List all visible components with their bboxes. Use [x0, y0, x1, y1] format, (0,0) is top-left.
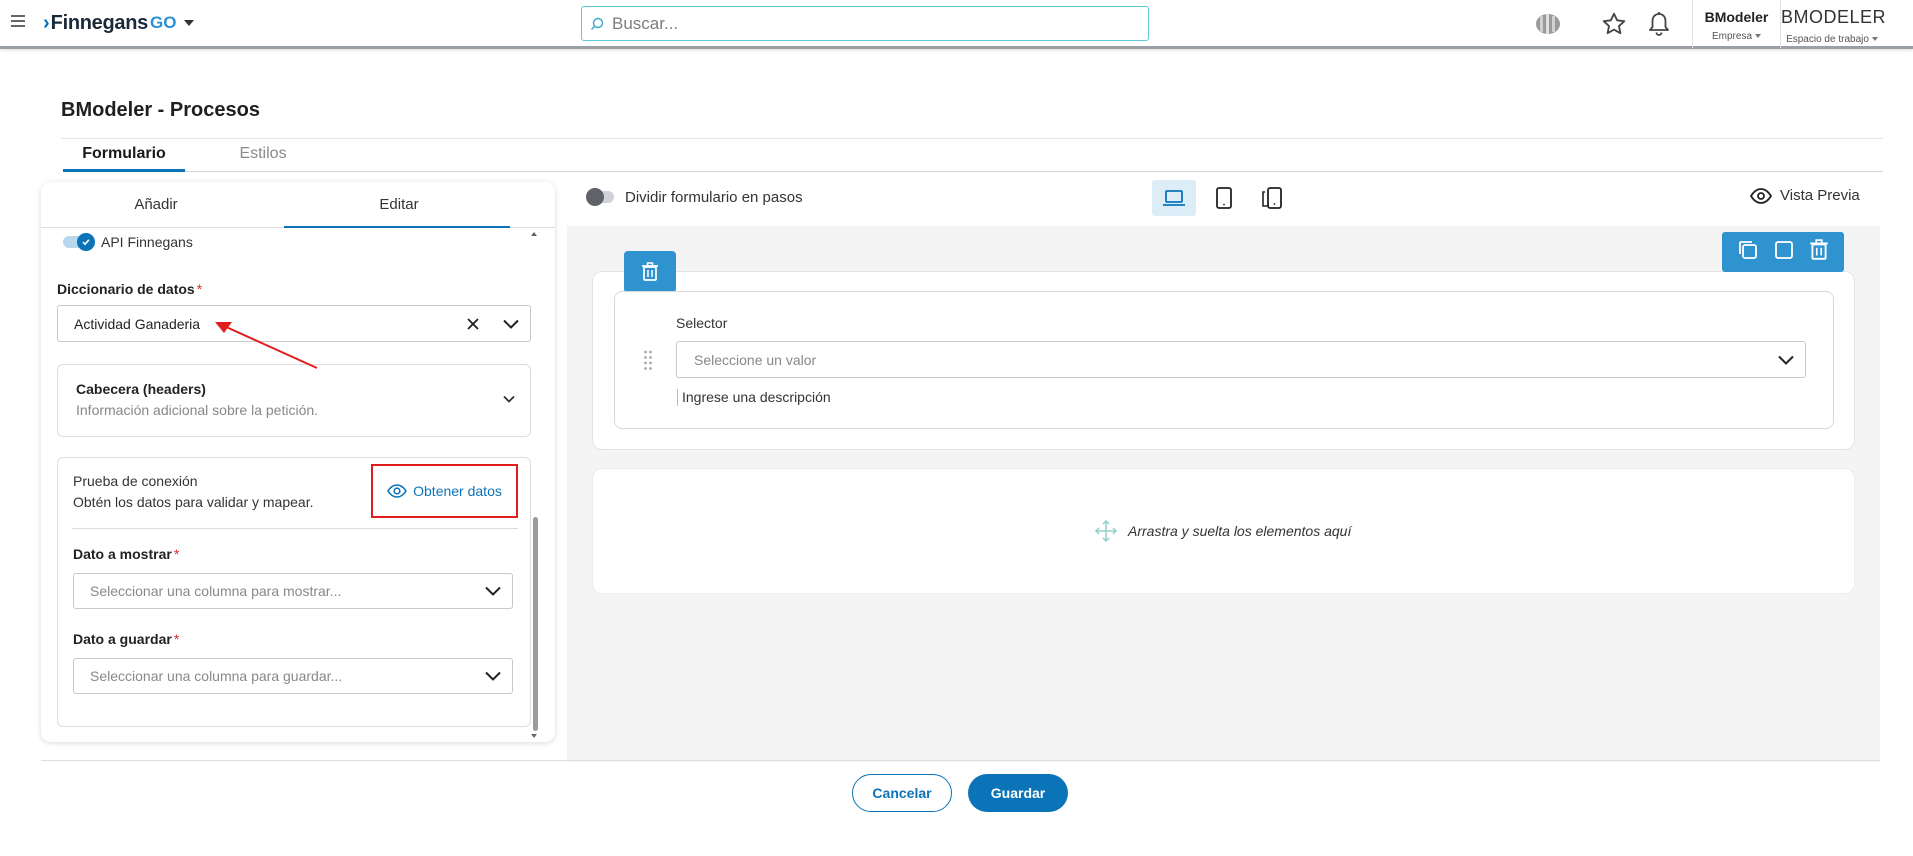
chevron-down-icon[interactable]: [502, 391, 516, 409]
display-field-placeholder: Seleccionar una columna para mostrar...: [90, 583, 342, 599]
company-label: Empresa: [1693, 31, 1780, 42]
obtener-datos-label: Obtener datos: [413, 483, 502, 499]
tab-editar[interactable]: Editar: [284, 196, 514, 213]
search-bar[interactable]: [581, 6, 1149, 41]
mobile-rotate-icon: [1262, 187, 1282, 209]
laptop-icon: [1163, 190, 1185, 206]
scroll-up-arrow[interactable]: [531, 232, 537, 236]
selector-description[interactable]: Ingrese una descripción: [682, 389, 831, 405]
bell-icon[interactable]: [1645, 10, 1673, 38]
chevron-down-icon[interactable]: [492, 306, 530, 342]
split-steps-toggle[interactable]: [586, 188, 614, 206]
display-field-label: Dato a mostrar *: [73, 546, 180, 562]
headers-subtitle: Información adicional sobre la petición.: [76, 402, 319, 418]
connection-test-card: Prueba de conexión Obtén los datos para …: [57, 457, 531, 727]
desktop-view-button[interactable]: [1152, 180, 1196, 216]
search-icon: [582, 17, 612, 31]
divider: [72, 528, 518, 529]
eye-icon: [387, 484, 408, 498]
active-tab-indicator: [284, 226, 510, 228]
brand-suffix: GO: [149, 13, 177, 32]
check-icon: [77, 233, 95, 251]
workspace-label: Espacio de trabajo: [1781, 34, 1883, 45]
selector-placeholder: Seleccione un valor: [694, 351, 817, 368]
display-field-select[interactable]: Seleccionar una columna para mostrar...: [73, 573, 513, 609]
save-button[interactable]: Guardar: [968, 774, 1068, 812]
save-field-placeholder: Seleccionar una columna para guardar...: [90, 668, 343, 684]
scrollbar-thumb[interactable]: [533, 517, 538, 731]
text-cursor: [677, 389, 678, 406]
chevron-down-icon[interactable]: [474, 658, 512, 694]
page-title: BModeler - Procesos: [61, 99, 260, 121]
top-bar: › Finnegans GO BModeler Empresa BMODELER…: [0, 0, 1913, 49]
chevron-down-icon[interactable]: [1767, 342, 1805, 378]
duplicate-icon[interactable]: [1737, 239, 1759, 266]
preview-label: Vista Previa: [1780, 187, 1860, 204]
menu-icon[interactable]: [11, 15, 25, 27]
connection-subtitle: Obtén los datos para validar y mapear.: [73, 494, 314, 510]
selector-dropdown[interactable]: Seleccione un valor: [676, 341, 1806, 378]
obtener-datos-button[interactable]: Obtener datos: [371, 464, 518, 518]
trash-icon: [642, 262, 658, 281]
workspace-name: BMODELER: [1781, 7, 1887, 27]
api-finnegans-label: API Finnegans: [101, 234, 193, 250]
page-tabs: Formulario Estilos: [63, 139, 1883, 172]
mobile-view-button[interactable]: [1250, 180, 1294, 216]
drop-hint-text: Arrastra y suelta los elementos aquí: [1128, 523, 1352, 539]
tab-formulario[interactable]: Formulario: [63, 145, 185, 172]
brand-name: Finnegans: [50, 11, 149, 34]
workspace-selector[interactable]: BMODELER Espacio de trabajo: [1780, 0, 1887, 48]
api-finnegans-toggle-row: API Finnegans: [63, 232, 193, 252]
preview-button[interactable]: Vista Previa: [1750, 187, 1860, 204]
company-selector[interactable]: BModeler Empresa: [1692, 0, 1780, 48]
square-icon[interactable]: [1773, 239, 1795, 266]
save-field-label: Dato a guardar *: [73, 631, 180, 647]
dictionary-label: Diccionario de datos *: [57, 281, 203, 297]
scroll-down-arrow[interactable]: [531, 734, 537, 738]
footer-divider: [41, 760, 1880, 761]
trash-icon[interactable]: [1809, 238, 1829, 266]
cancel-button[interactable]: Cancelar: [852, 774, 952, 812]
chevron-down-icon[interactable]: [474, 573, 512, 609]
company-name: BModeler: [1704, 9, 1769, 25]
brand-chevron-icon: ›: [43, 11, 50, 34]
api-finnegans-toggle[interactable]: [63, 233, 95, 251]
caret-down-icon: [184, 20, 195, 26]
tab-estilos[interactable]: Estilos: [225, 145, 301, 172]
star-icon[interactable]: [1600, 10, 1628, 38]
connection-title: Prueba de conexión: [73, 473, 198, 489]
search-input[interactable]: [612, 13, 1132, 34]
eye-icon: [1750, 187, 1772, 204]
panel-tabs: Añadir Editar: [41, 182, 555, 228]
headers-title: Cabecera (headers): [76, 381, 206, 397]
split-steps-label: Dividir formulario en pasos: [625, 189, 803, 206]
clear-icon[interactable]: [454, 306, 492, 342]
selector-label: Selector: [676, 315, 728, 331]
properties-panel: Añadir Editar API Finnegans Diccionario …: [41, 182, 555, 742]
apps-globe-icon[interactable]: [1534, 10, 1562, 38]
tab-anadir[interactable]: Añadir: [41, 196, 271, 213]
move-arrows-icon: [1094, 519, 1118, 543]
tablet-view-button[interactable]: [1202, 180, 1246, 216]
delete-section-button[interactable]: [624, 251, 676, 293]
drop-hint: Arrastra y suelta los elementos aquí: [1094, 519, 1351, 543]
brand-logo[interactable]: › Finnegans GO: [43, 10, 195, 36]
drag-handle-icon[interactable]: [643, 349, 653, 376]
save-field-select[interactable]: Seleccionar una columna para guardar...: [73, 658, 513, 694]
annotation-arrow: [215, 322, 318, 369]
tablet-icon: [1216, 187, 1232, 209]
element-toolbar: [1722, 232, 1844, 272]
